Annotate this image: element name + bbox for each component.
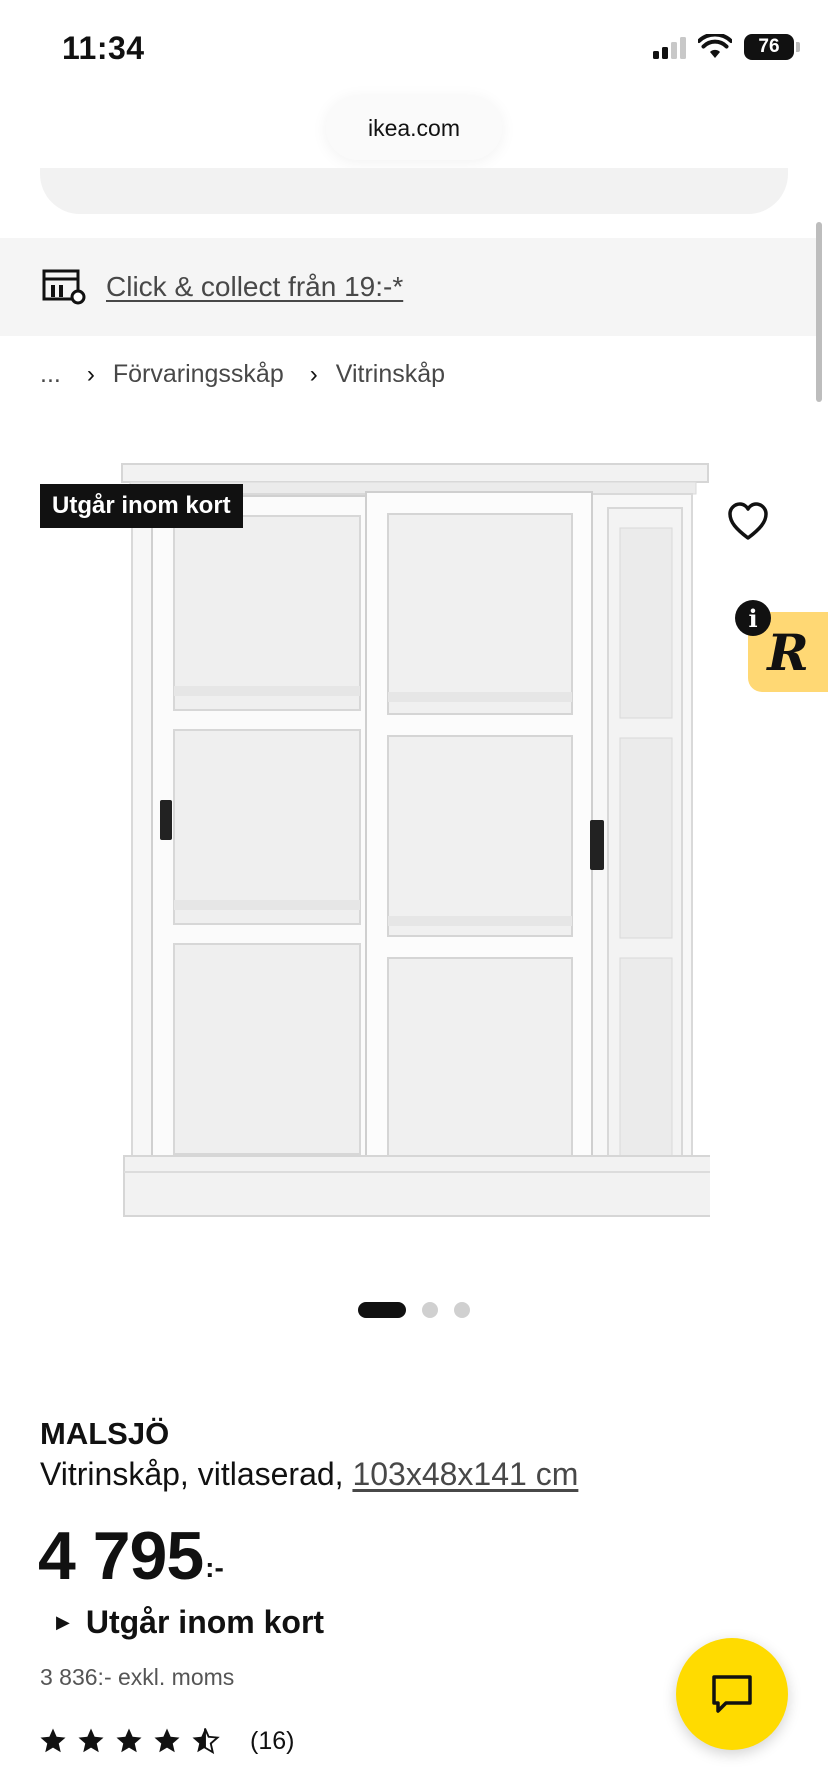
wifi-icon xyxy=(698,34,732,58)
product-image[interactable] xyxy=(110,456,710,1256)
chat-button[interactable] xyxy=(676,1638,788,1750)
price-amount: 4 795 xyxy=(38,1518,204,1594)
discontinued-badge: Utgår inom kort xyxy=(40,484,243,528)
product-dimensions-link[interactable]: 103x48x141 cm xyxy=(352,1456,578,1492)
image-carousel-dots xyxy=(358,1302,470,1318)
caret-right-icon: ▶ xyxy=(56,1612,70,1632)
product-description: Vitrinskåp, vitlaserad, 103x48x141 cm xyxy=(40,1456,578,1493)
product-name: MALSJÖ xyxy=(40,1416,170,1451)
status-bar: 11:34 76 xyxy=(0,0,828,96)
click-collect-link[interactable]: Click & collect från 19:-* xyxy=(106,271,403,303)
cellular-signal-icon xyxy=(653,35,686,59)
star-icon xyxy=(78,1728,104,1753)
scrollbar[interactable] xyxy=(816,222,822,402)
chevron-right-icon: › xyxy=(86,360,95,388)
info-icon[interactable]: i xyxy=(735,600,771,636)
carousel-dot[interactable] xyxy=(422,1302,438,1318)
rating[interactable]: (16) xyxy=(38,1726,294,1756)
star-icon xyxy=(154,1728,180,1753)
battery-icon: 76 xyxy=(744,34,800,60)
site-header-edge xyxy=(40,168,788,214)
breadcrumb-item-storage-cabinets[interactable]: Förvaringsskåp xyxy=(113,360,284,389)
price-suffix: :- xyxy=(205,1552,224,1583)
chat-bubble-icon xyxy=(712,1675,752,1713)
status-time: 11:34 xyxy=(62,30,145,66)
click-collect-banner[interactable]: Click & collect från 19:-* xyxy=(0,238,816,336)
stock-status-toggle[interactable]: ▶ Utgår inom kort xyxy=(56,1604,324,1641)
status-icons: 76 xyxy=(653,34,800,60)
price-excl-vat: 3 836:- exkl. moms xyxy=(40,1664,235,1690)
url-bar[interactable]: ikea.com xyxy=(326,96,502,160)
breadcrumb: ... › Förvaringsskåp › Vitrinskåp xyxy=(40,360,445,389)
carousel-dot-active[interactable] xyxy=(358,1302,406,1318)
store-pickup-icon xyxy=(42,269,86,305)
product-type: Vitrinskåp, vitlaserad, xyxy=(40,1456,353,1492)
star-icon xyxy=(40,1728,66,1753)
chevron-right-icon: › xyxy=(309,360,318,388)
favorite-heart-icon[interactable] xyxy=(726,500,770,544)
star-icon xyxy=(116,1728,142,1753)
breadcrumb-item-more[interactable]: ... xyxy=(40,360,61,389)
stock-status-label: Utgår inom kort xyxy=(85,1604,325,1640)
breadcrumb-item-display-cabinets[interactable]: Vitrinskåp xyxy=(336,360,445,389)
star-half-icon xyxy=(192,1728,220,1755)
carousel-dot[interactable] xyxy=(454,1302,470,1318)
price: 4 795 :- xyxy=(38,1522,224,1590)
review-count: (16) xyxy=(250,1726,295,1755)
